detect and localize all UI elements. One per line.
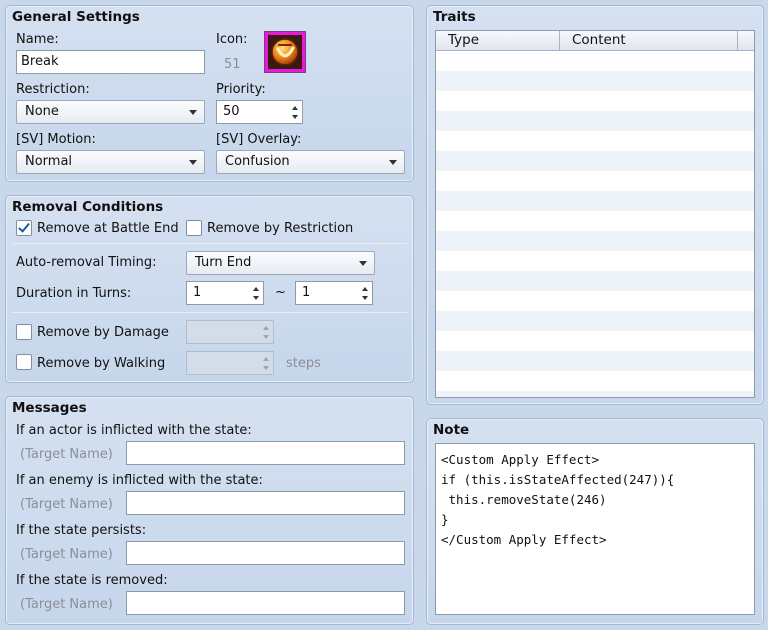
table-row[interactable] [436,211,754,231]
remove-restriction-checkbox[interactable] [186,220,202,236]
table-row[interactable] [436,51,754,71]
message-persists-prefix: (Target Name) [20,547,113,562]
name-label: Name: [16,32,59,47]
removal-conditions-title: Removal Conditions [12,199,164,215]
column-header-filler [738,31,754,51]
general-settings-panel: General Settings Name: Break Icon: 51 Re… [5,5,414,182]
message-removed-prefix: (Target Name) [20,597,113,612]
priority-value: 50 [223,104,240,119]
message-actor-input[interactable] [126,441,405,465]
remove-damage-label: Remove by Damage [37,325,169,340]
icon-index: 51 [224,57,241,72]
table-row[interactable] [436,111,754,131]
timing-select[interactable]: Turn End [186,251,375,275]
motion-value: Normal [25,154,73,169]
spin-down-icon[interactable] [263,366,269,370]
table-row[interactable] [436,251,754,271]
walking-steps-stepper[interactable] [186,351,274,375]
table-row[interactable] [436,231,754,251]
motion-select[interactable]: Normal [16,150,205,174]
table-row[interactable] [436,291,754,311]
priority-stepper[interactable]: 50 [216,100,303,124]
traits-table[interactable]: Type Content [435,30,755,398]
motion-label: [SV] Motion: [16,132,96,147]
note-title: Note [433,422,470,438]
table-row[interactable] [436,91,754,111]
name-input[interactable]: Break [16,50,205,74]
removal-conditions-panel: Removal Conditions Remove at Battle End … [5,195,414,383]
note-textarea[interactable]: <Custom Apply Effect> if (this.isStateAf… [435,443,755,615]
message-persists-label: If the state persists: [16,523,147,538]
remove-restriction-label: Remove by Restriction [207,221,354,236]
messages-panel: Messages If an actor is inflicted with t… [5,396,414,625]
table-row[interactable] [436,271,754,291]
remove-battle-end-checkbox[interactable] [16,220,32,236]
table-row[interactable] [436,131,754,151]
message-removed-label: If the state is removed: [16,573,168,588]
duration-min-value: 1 [193,285,202,300]
message-enemy-label: If an enemy is inflicted with the state: [16,473,263,488]
timing-value: Turn End [195,255,252,270]
message-removed-input[interactable] [126,591,405,615]
message-actor-prefix: (Target Name) [20,447,113,462]
tilde-label: ~ [275,285,286,300]
column-header-type[interactable]: Type [436,31,560,51]
traits-title: Traits [433,9,476,25]
separator [12,243,407,244]
messages-title: Messages [12,400,87,416]
spin-up-icon[interactable] [263,357,269,361]
table-row[interactable] [436,371,754,391]
duration-label: Duration in Turns: [16,286,132,301]
remove-battle-end-label: Remove at Battle End [37,221,179,236]
duration-max-value: 1 [302,285,311,300]
remove-walking-label: Remove by Walking [37,356,166,371]
general-settings-title: General Settings [12,9,140,25]
restriction-select[interactable]: None [16,100,205,124]
message-actor-label: If an actor is inflicted with the state: [16,423,252,438]
overlay-value: Confusion [225,154,290,169]
spin-up-icon[interactable] [263,326,269,330]
remove-walking-checkbox[interactable] [16,354,32,370]
table-row[interactable] [436,151,754,171]
overlay-label: [SV] Overlay: [216,132,302,147]
steps-label: steps [286,356,321,371]
spin-down-icon[interactable] [292,115,298,119]
check-icon [18,220,30,233]
table-row[interactable] [436,311,754,331]
table-row[interactable] [436,71,754,91]
state-icon-button[interactable] [264,31,306,73]
spin-up-icon[interactable] [292,106,298,110]
message-enemy-prefix: (Target Name) [20,497,113,512]
table-row[interactable] [436,331,754,351]
duration-max-stepper[interactable]: 1 [295,281,373,305]
table-row[interactable] [436,391,754,397]
chevron-down-icon [359,261,367,266]
chevron-down-icon [389,160,397,165]
spin-up-icon[interactable] [362,287,368,291]
priority-label: Priority: [216,82,266,97]
message-enemy-input[interactable] [126,491,405,515]
table-row[interactable] [436,351,754,371]
table-row[interactable] [436,191,754,211]
break-icon [268,35,302,69]
duration-min-stepper[interactable]: 1 [186,281,264,305]
message-persists-input[interactable] [126,541,405,565]
spin-down-icon[interactable] [263,335,269,339]
overlay-select[interactable]: Confusion [216,150,405,174]
chevron-down-icon [189,160,197,165]
restriction-value: None [25,104,59,119]
column-header-content[interactable]: Content [560,31,738,51]
spin-down-icon[interactable] [362,296,368,300]
timing-label: Auto-removal Timing: [16,255,157,270]
separator [12,312,407,313]
spin-up-icon[interactable] [253,287,259,291]
table-row[interactable] [436,171,754,191]
chevron-down-icon [189,110,197,115]
spin-down-icon[interactable] [253,296,259,300]
restriction-label: Restriction: [16,82,90,97]
damage-percent-stepper[interactable] [186,320,274,344]
remove-damage-checkbox[interactable] [16,324,32,340]
icon-label: Icon: [216,32,248,47]
